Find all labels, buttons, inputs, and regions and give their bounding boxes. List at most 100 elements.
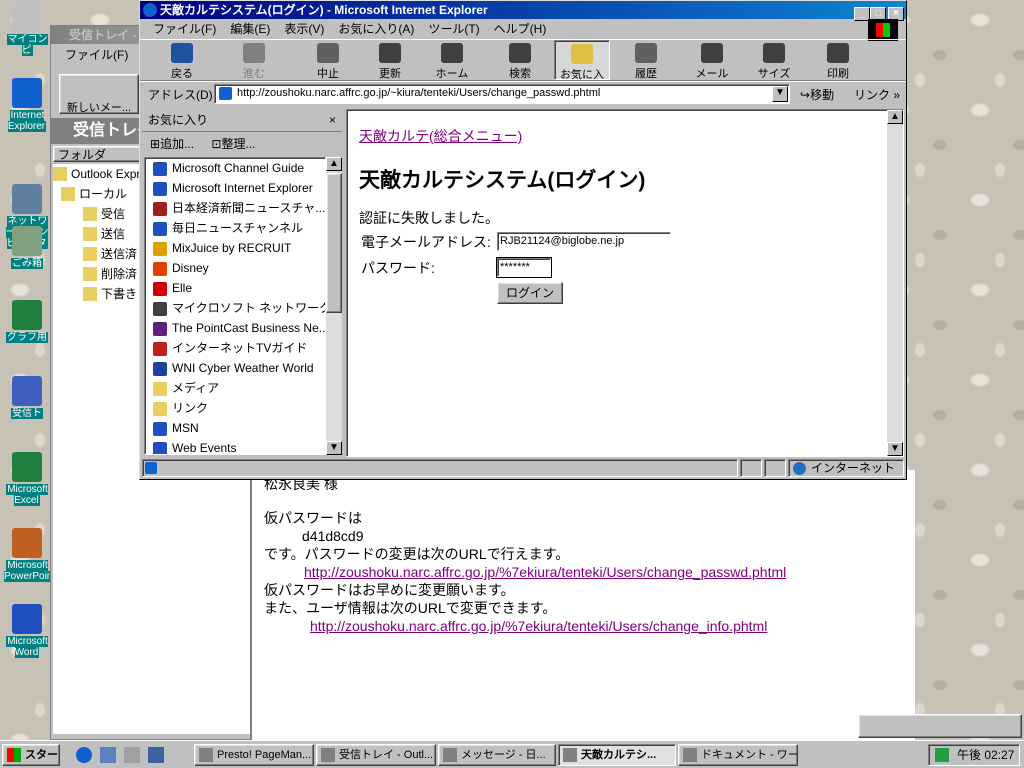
total-menu-link[interactable]: 天敵カルテ(総合メニュー) bbox=[359, 126, 522, 146]
favorite-icon bbox=[153, 421, 167, 436]
links-button[interactable]: リンク » bbox=[854, 86, 900, 103]
desktop-icon[interactable]: 受信ト bbox=[4, 376, 50, 419]
ie-title-bar[interactable]: 天敵カルテシステム(ログイン) - Microsoft Internet Exp… bbox=[140, 1, 906, 21]
favorite-item[interactable]: Microsoft Channel Guide bbox=[145, 158, 325, 178]
desktop-icon[interactable]: マイコンピ bbox=[4, 2, 50, 56]
scroll-down-button[interactable]: ▼ bbox=[326, 441, 342, 455]
favorites-scrollbar[interactable]: ▲ ▼ bbox=[326, 157, 342, 455]
change-password-link[interactable]: http://zoushoku.narc.affrc.go.jp/%7ekiur… bbox=[304, 564, 786, 580]
scroll-up-button[interactable]: ▲ bbox=[326, 157, 342, 171]
toolbar-favorites-button[interactable]: お気に入り bbox=[554, 40, 610, 97]
desktop-icon[interactable]: Microsoft PowerPoint bbox=[4, 528, 57, 582]
toolbar-font-size-button[interactable]: サイズ bbox=[746, 40, 802, 81]
favorite-item[interactable]: 毎日ニュースチャンネル bbox=[145, 218, 325, 238]
menu-item[interactable]: 編集(E) bbox=[230, 22, 270, 36]
ie-window: 天敵カルテシステム(ログイン) - Microsoft Internet Exp… bbox=[139, 0, 907, 480]
tray-icon[interactable] bbox=[935, 748, 949, 762]
toolbar-refresh-button[interactable]: 更新 bbox=[362, 40, 418, 81]
organize-favorites-button[interactable]: ⊡整理... bbox=[211, 137, 255, 151]
start-button[interactable]: スタート bbox=[2, 744, 60, 766]
page-scroll-down[interactable]: ▼ bbox=[887, 442, 903, 456]
desktop-quicklaunch-icon[interactable] bbox=[124, 747, 140, 763]
outlook-quicklaunch-icon[interactable] bbox=[100, 747, 116, 763]
folder-icon bbox=[83, 227, 97, 241]
favorite-icon bbox=[153, 441, 167, 454]
page-scroll-up[interactable]: ▲ bbox=[887, 110, 903, 124]
refresh-icon bbox=[379, 43, 401, 63]
favorite-item[interactable]: メディア bbox=[145, 378, 325, 398]
change-info-link[interactable]: http://zoushoku.narc.affrc.go.jp/%7ekiur… bbox=[310, 618, 767, 634]
favorite-item[interactable]: マイクロソフト ネットワーク bbox=[145, 298, 325, 318]
favorite-item[interactable]: インターネットTVガイド bbox=[145, 338, 325, 358]
desktop-icon[interactable]: Microsoft Word bbox=[4, 604, 50, 658]
channel-quicklaunch-icon[interactable] bbox=[148, 747, 164, 763]
menu-item[interactable]: ヘルプ(H) bbox=[494, 22, 547, 36]
favorite-item[interactable]: Disney bbox=[145, 258, 325, 278]
menu-item[interactable]: ツール(T) bbox=[428, 22, 479, 36]
favorite-label: WNI Cyber Weather World bbox=[172, 361, 314, 375]
favorite-item[interactable]: The PointCast Business Ne... bbox=[145, 318, 325, 338]
address-input[interactable]: http://zoushoku.narc.affrc.go.jp/~kiura/… bbox=[214, 84, 790, 104]
favorite-label: 毎日ニュースチャンネル bbox=[172, 221, 304, 235]
menu-item[interactable]: ファイル(F) bbox=[153, 22, 216, 36]
favorite-label: メディア bbox=[172, 381, 220, 395]
email-input[interactable]: RJB21124@biglobe.ne.jp bbox=[497, 232, 671, 251]
page-scrollbar[interactable]: ▲ ▼ bbox=[887, 110, 903, 456]
taskbar-task[interactable]: メッセージ - 日... bbox=[438, 744, 556, 766]
desktop-icon-image bbox=[12, 528, 42, 558]
ie-quicklaunch-icon[interactable] bbox=[76, 747, 92, 763]
taskbar-task[interactable]: Presto! PageMan... bbox=[194, 744, 314, 766]
address-dropdown-button[interactable]: ▼ bbox=[772, 86, 788, 102]
favorite-item[interactable]: MixJuice by RECRUIT bbox=[145, 238, 325, 258]
toolbar-search-button[interactable]: 検索 bbox=[492, 40, 548, 81]
toolbar-back-arrow-button[interactable]: 戻る bbox=[154, 40, 210, 81]
ime-toolbar[interactable] bbox=[858, 714, 1022, 738]
favorite-icon bbox=[153, 361, 167, 376]
toolbar-label: 更新 bbox=[379, 68, 401, 80]
taskbar-task[interactable]: 受信トレイ - Outl... bbox=[316, 744, 436, 766]
favorite-item[interactable]: WNI Cyber Weather World bbox=[145, 358, 325, 378]
go-button[interactable]: ↪移動 bbox=[800, 86, 834, 103]
status-panel-2 bbox=[764, 459, 786, 477]
favorite-item[interactable]: MSN bbox=[145, 418, 325, 438]
taskbar-task[interactable]: 天敵カルテシ... bbox=[558, 744, 676, 766]
windows-logo-icon bbox=[868, 19, 898, 41]
favorite-icon bbox=[153, 241, 167, 256]
login-button[interactable]: ログイン bbox=[497, 282, 563, 304]
toolbar-history-button[interactable]: 履歴 bbox=[618, 40, 674, 81]
taskbar-task[interactable]: ドキュメント - ワードパ... bbox=[678, 744, 798, 766]
toolbar-stop-button[interactable]: 中止 bbox=[300, 40, 356, 81]
favorite-item[interactable]: Web Events bbox=[145, 438, 325, 454]
favorite-item[interactable]: リンク bbox=[145, 398, 325, 418]
desktop-icon-label: Internet Explorer bbox=[7, 110, 47, 132]
desktop-icon[interactable]: Microsoft Excel bbox=[4, 452, 50, 506]
favorite-item[interactable]: Elle bbox=[145, 278, 325, 298]
desktop-icon[interactable]: Internet Explorer bbox=[4, 78, 50, 132]
desktop-icon[interactable]: グラフ用 bbox=[4, 300, 50, 343]
new-mail-button[interactable]: 新しいメー... bbox=[59, 74, 139, 114]
folder-icon bbox=[83, 267, 97, 281]
menu-item[interactable]: お気に入り(A) bbox=[338, 22, 414, 36]
task-label: メッセージ - 日... bbox=[461, 749, 546, 761]
favorite-label: MixJuice by RECRUIT bbox=[172, 241, 292, 255]
folder-tree-label: 送信済 bbox=[101, 247, 138, 261]
favorites-close-icon[interactable]: × bbox=[329, 109, 336, 131]
msg-line2: です。パスワードの変更は次のURLで行えます。 bbox=[264, 546, 570, 562]
favorite-item[interactable]: 日本経済新聞ニュースチャ... bbox=[145, 198, 325, 218]
favorite-label: リンク bbox=[172, 401, 209, 415]
favorite-item[interactable]: Microsoft Internet Explorer bbox=[145, 178, 325, 198]
home-icon bbox=[441, 43, 463, 63]
password-input[interactable]: ******* bbox=[496, 257, 552, 278]
desktop-icon-label: Microsoft PowerPoint bbox=[4, 560, 57, 582]
toolbar-forward-arrow-button[interactable]: 進む bbox=[226, 40, 282, 81]
scroll-thumb[interactable] bbox=[326, 173, 342, 313]
desktop-icon-label: ごみ箱 bbox=[11, 258, 43, 269]
add-favorite-button[interactable]: ⊞追加... bbox=[150, 137, 194, 151]
desktop-icon[interactable]: ごみ箱 bbox=[4, 226, 50, 269]
menu-item[interactable]: 表示(V) bbox=[284, 22, 324, 36]
toolbar-mail-button[interactable]: メール bbox=[684, 40, 740, 81]
ie-toolbar: 戻る 進む 中止 更新 ホーム 検索 お気に入り 履歴 メール サイズ 印刷 bbox=[140, 39, 906, 97]
toolbar-home-button[interactable]: ホーム bbox=[424, 40, 480, 81]
toolbar-print-button[interactable]: 印刷 bbox=[810, 40, 866, 81]
message-body: 松永良美 様 仮パスワードは d41d8cd9 です。パスワードの変更は次のUR… bbox=[250, 470, 915, 740]
